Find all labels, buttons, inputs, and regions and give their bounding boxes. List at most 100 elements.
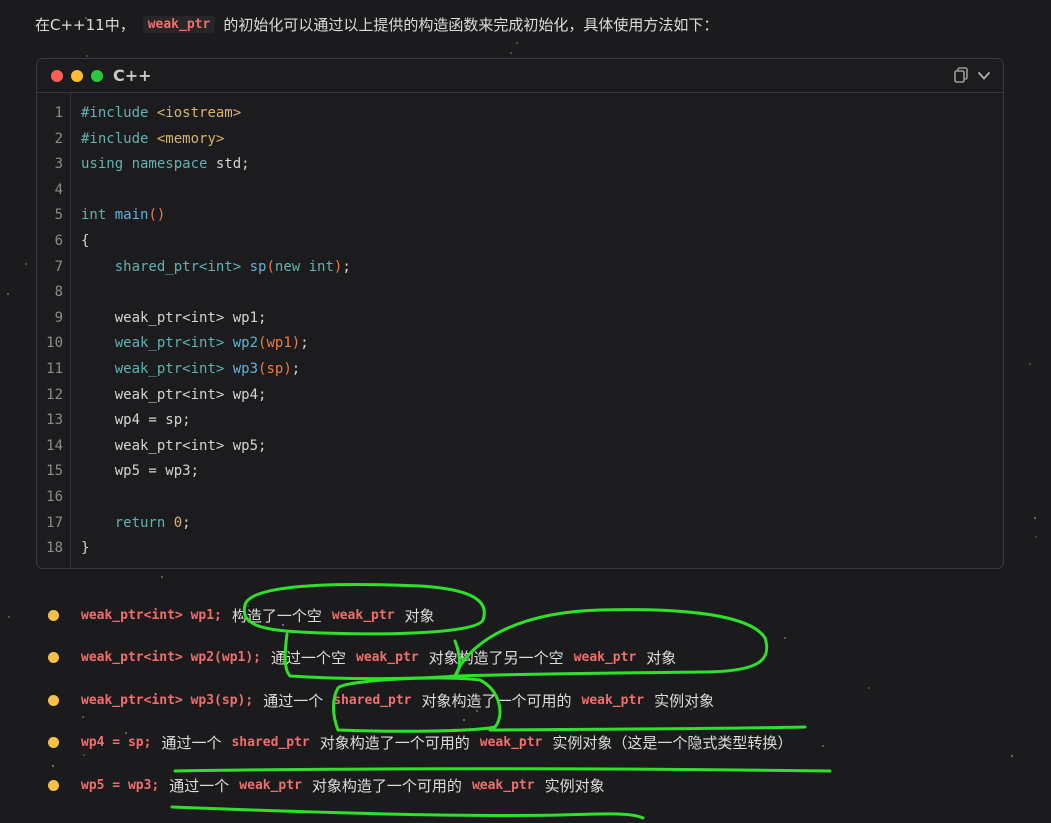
list-item-inline-code: weak_ptr <box>581 692 645 708</box>
line-number: 1 <box>54 105 63 121</box>
line-number: 4 <box>54 181 63 198</box>
list-item-inline-code: weak_ptr <box>471 777 535 793</box>
line-number: 18 <box>46 540 63 557</box>
list-item-text: 对象 <box>646 648 677 667</box>
star <box>1011 755 1013 757</box>
list-item: weak_ptr<int> wp3(sp); 通过一个 shared_ptr 对… <box>48 688 714 712</box>
code-text: int main() <box>81 207 166 224</box>
code-language-label: C++ <box>113 66 152 85</box>
line-number: 10 <box>46 335 63 352</box>
code-text: #include <memory> <box>81 130 225 147</box>
list-item-inline-code: shared_ptr <box>333 692 412 708</box>
code-text: #include <iostream> <box>81 105 242 121</box>
list-item: wp4 = sp; 通过一个 shared_ptr 对象构造了一个可用的 wea… <box>48 730 792 754</box>
star <box>822 745 824 747</box>
bullet-dot-icon <box>48 736 59 748</box>
star <box>510 52 512 54</box>
star <box>52 765 54 767</box>
star <box>463 719 465 721</box>
line-number: 15 <box>46 463 63 480</box>
list-item-text: 通过一个 <box>263 691 324 710</box>
star <box>1029 363 1031 365</box>
list-item: weak_ptr<int> wp2(wp1); 通过一个空 weak_ptr 对… <box>48 645 676 669</box>
list-item-text: 对象构造了一个可用的 <box>421 691 572 710</box>
list-item-text: 对象构造了另一个空 <box>428 648 564 667</box>
star <box>25 263 27 265</box>
code-text: wp4 = sp; <box>81 412 191 429</box>
list-item-code: wp4 = sp; <box>81 734 152 750</box>
list-item-code: wp5 = wp3; <box>81 777 160 793</box>
line-number: 11 <box>46 361 63 377</box>
list-item-text: 通过一个空 <box>271 648 347 667</box>
list-item-text: 对象 <box>404 606 435 625</box>
list-item-text: 实例对象（这是一个隐式类型转换） <box>552 733 793 752</box>
code-text: } <box>81 540 90 557</box>
intro-paragraph: 在C++11中， weak_ptr 的初始化可以通过以上提供的构造函数来完成初始… <box>35 14 718 35</box>
line-number: 14 <box>46 437 63 454</box>
intro-inline-code: weak_ptr <box>142 16 216 33</box>
window-minimize-dot-icon <box>71 69 83 82</box>
window-close-dot-icon <box>51 69 63 82</box>
bullet-dot-icon <box>48 651 59 663</box>
code-text: weak_ptr<int> wp5; <box>81 437 267 454</box>
star <box>83 754 85 756</box>
list-item: weak_ptr<int> wp1; 构造了一个空 weak_ptr 对象 <box>48 603 435 627</box>
chevron-down-icon[interactable] <box>977 68 991 87</box>
line-number: 2 <box>54 130 63 147</box>
code-block: C++ 1 #include <iostream> 2 #include <memor… <box>36 58 1004 569</box>
bullet-dot-icon <box>48 779 59 791</box>
list-item-inline-code: shared_ptr <box>231 734 310 750</box>
code-text: weak_ptr<int> wp3(sp); <box>114 361 301 377</box>
list-item-text: 通过一个 <box>161 733 222 752</box>
code-text: weak_ptr<int> wp1; <box>81 309 267 326</box>
list-item-text: 对象构造了一个可用的 <box>311 776 462 795</box>
list-item-text: 通过一个 <box>169 776 230 795</box>
list-item-inline-code: weak_ptr <box>356 649 419 665</box>
annotation-underline <box>170 805 645 820</box>
star <box>1035 536 1037 538</box>
code-text: weak_ptr<int> wp2(wp1); <box>114 335 309 352</box>
code-block-header: C++ <box>37 59 1003 93</box>
line-number: 9 <box>54 309 63 326</box>
list-item-inline-code: weak_ptr <box>239 777 302 793</box>
code-text: weak_ptr<int> wp4; <box>81 386 267 403</box>
star <box>86 55 88 57</box>
line-number: 16 <box>46 489 63 505</box>
intro-prefix: 在C++11中， <box>35 16 135 34</box>
intro-suffix: 的初始化可以通过以上提供的构造函数来完成初始化，具体使用方法如下： <box>223 16 719 34</box>
star <box>161 576 163 578</box>
star <box>516 42 518 44</box>
list-item-text: 实例对象 <box>544 776 605 795</box>
line-number: 8 <box>54 284 63 301</box>
star <box>82 716 84 718</box>
code-text: using namespace std; <box>81 156 250 173</box>
line-number: 17 <box>46 514 63 531</box>
line-number: 5 <box>54 207 63 224</box>
list-item-inline-code: weak_ptr <box>573 649 637 665</box>
line-number: 12 <box>46 386 63 403</box>
star <box>1034 517 1036 519</box>
star <box>7 293 9 295</box>
window-maximize-dot-icon <box>91 69 103 82</box>
code-text: wp5 = wp3; <box>81 463 200 480</box>
code-text: shared_ptr<int> sp(new int); <box>114 258 351 275</box>
line-number: 6 <box>54 233 63 249</box>
list-item-code: weak_ptr<int> wp3(sp); <box>81 692 254 708</box>
list-item-inline-code: weak_ptr <box>331 607 395 623</box>
bullet-dot-icon <box>48 609 59 621</box>
code-text: return 0; <box>114 514 191 531</box>
list-item-code: weak_ptr<int> wp1; <box>81 607 222 623</box>
list-item-text: 构造了一个空 <box>231 606 322 625</box>
code-text: { <box>81 233 90 249</box>
list-item-text: 实例对象 <box>654 691 715 710</box>
list-item-code: weak_ptr<int> wp2(wp1); <box>81 649 262 665</box>
list-item-inline-code: weak_ptr <box>479 734 543 750</box>
list-item: wp5 = wp3; 通过一个 weak_ptr 对象构造了一个可用的 weak… <box>48 773 605 797</box>
star <box>784 637 786 639</box>
star <box>8 616 10 618</box>
star <box>868 687 870 689</box>
bullet-dot-icon <box>48 694 59 706</box>
copy-icon[interactable] <box>953 66 971 88</box>
line-number: 13 <box>46 412 63 429</box>
line-number: 3 <box>54 156 63 173</box>
